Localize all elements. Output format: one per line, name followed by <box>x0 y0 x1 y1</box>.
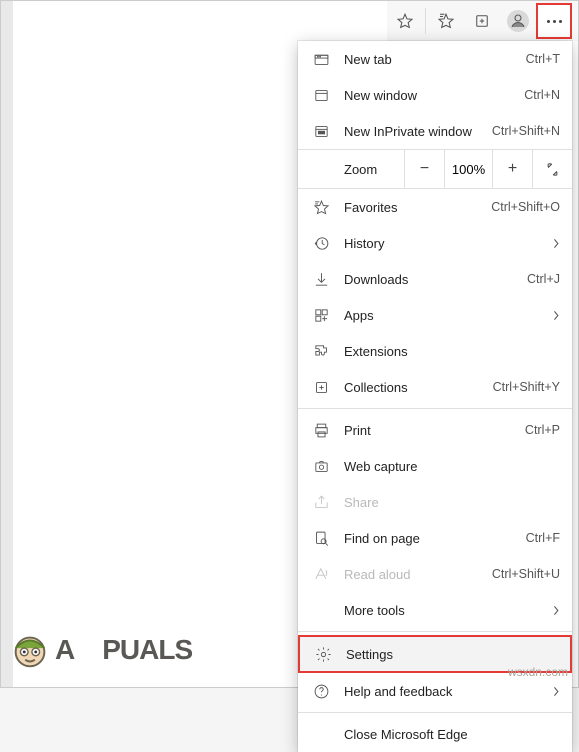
watermark-text-rest: PUALS <box>102 634 192 665</box>
watermark-text-a: A <box>55 634 74 665</box>
extensions-icon <box>312 342 330 360</box>
watermark-face-icon <box>7 627 53 673</box>
menu-shortcut: Ctrl+Shift+N <box>492 124 560 138</box>
chevron-right-icon <box>546 686 560 697</box>
menu-shortcut: Ctrl+N <box>524 88 560 102</box>
settings-icon <box>314 645 332 663</box>
more-icon <box>547 20 562 23</box>
menu-close-edge[interactable]: Close Microsoft Edge <box>298 716 572 752</box>
menu-print[interactable]: Print Ctrl+P <box>298 412 572 448</box>
menu-zoom: Zoom − 100% + <box>298 149 572 189</box>
menu-new-inprivate[interactable]: New InPrivate window Ctrl+Shift+N <box>298 113 572 149</box>
menu-extensions[interactable]: Extensions <box>298 333 572 369</box>
web-capture-icon <box>312 457 330 475</box>
menu-downloads[interactable]: Downloads Ctrl+J <box>298 261 572 297</box>
collections-icon <box>312 378 330 396</box>
menu-label: Settings <box>346 647 558 662</box>
menu-label: Close Microsoft Edge <box>344 727 560 742</box>
menu-separator <box>298 631 572 632</box>
menu-label: New tab <box>344 52 526 67</box>
menu-more-tools[interactable]: More tools <box>298 592 572 628</box>
menu-history[interactable]: History <box>298 225 572 261</box>
menu-new-window[interactable]: New window Ctrl+N <box>298 77 572 113</box>
zoom-out-button[interactable]: − <box>404 149 444 189</box>
menu-label: Downloads <box>344 272 527 287</box>
menu-web-capture[interactable]: Web capture <box>298 448 572 484</box>
menu-new-tab[interactable]: New tab Ctrl+T <box>298 41 572 77</box>
menu-shortcut: Ctrl+F <box>526 531 560 545</box>
menu-separator <box>298 408 572 409</box>
menu-shortcut: Ctrl+T <box>526 52 560 66</box>
page-edge <box>1 1 13 687</box>
favorites-button[interactable] <box>428 3 464 39</box>
menu-label: New InPrivate window <box>344 124 492 139</box>
menu-read-aloud: Read aloud Ctrl+Shift+U <box>298 556 572 592</box>
menu-favorites[interactable]: Favorites Ctrl+Shift+O <box>298 189 572 225</box>
new-tab-icon <box>312 50 330 68</box>
menu-label: Apps <box>344 308 546 323</box>
menu-shortcut: Ctrl+P <box>525 423 560 437</box>
menu-collections[interactable]: Collections Ctrl+Shift+Y <box>298 369 572 405</box>
find-icon <box>312 529 330 547</box>
toolbar-divider <box>425 8 426 34</box>
add-favorite-button[interactable] <box>387 3 423 39</box>
menu-label: More tools <box>344 603 546 618</box>
settings-and-more-menu: New tab Ctrl+T New window Ctrl+N New InP… <box>298 41 572 752</box>
menu-label: History <box>344 236 546 251</box>
menu-shortcut: Ctrl+J <box>527 272 560 286</box>
chevron-right-icon <box>546 605 560 616</box>
profile-button[interactable] <box>500 3 536 39</box>
menu-label: Share <box>344 495 560 510</box>
menu-share: Share <box>298 484 572 520</box>
menu-shortcut: Ctrl+Shift+Y <box>493 380 560 394</box>
collections-button[interactable] <box>464 3 500 39</box>
help-icon <box>312 682 330 700</box>
zoom-in-button[interactable]: + <box>492 149 532 189</box>
chevron-right-icon <box>546 310 560 321</box>
apps-icon <box>312 306 330 324</box>
watermark-url: wsxdn.com <box>508 665 568 679</box>
menu-shortcut: Ctrl+Shift+O <box>491 200 560 214</box>
downloads-icon <box>312 270 330 288</box>
more-menu-button[interactable] <box>536 3 572 39</box>
menu-label: Extensions <box>344 344 560 359</box>
share-icon <box>312 493 330 511</box>
menu-shortcut: Ctrl+Shift+U <box>492 567 560 581</box>
menu-label: Web capture <box>344 459 560 474</box>
browser-toolbar <box>387 1 578 41</box>
menu-label: New window <box>344 88 524 103</box>
favorites-icon <box>312 198 330 216</box>
menu-label: Read aloud <box>344 567 492 582</box>
menu-label: Help and feedback <box>344 684 546 699</box>
menu-separator <box>298 712 572 713</box>
read-aloud-icon <box>312 565 330 583</box>
menu-label: Collections <box>344 380 493 395</box>
print-icon <box>312 421 330 439</box>
zoom-percent: 100% <box>444 149 492 189</box>
watermark-logo: A PUALS <box>7 627 192 673</box>
new-window-icon <box>312 86 330 104</box>
chevron-right-icon <box>546 238 560 249</box>
menu-find-on-page[interactable]: Find on page Ctrl+F <box>298 520 572 556</box>
menu-label: Favorites <box>344 200 491 215</box>
inprivate-icon <box>312 122 330 140</box>
fullscreen-button[interactable] <box>532 149 572 189</box>
menu-label: Print <box>344 423 525 438</box>
history-icon <box>312 234 330 252</box>
zoom-label: Zoom <box>298 162 404 177</box>
menu-label: Find on page <box>344 531 526 546</box>
menu-apps[interactable]: Apps <box>298 297 572 333</box>
